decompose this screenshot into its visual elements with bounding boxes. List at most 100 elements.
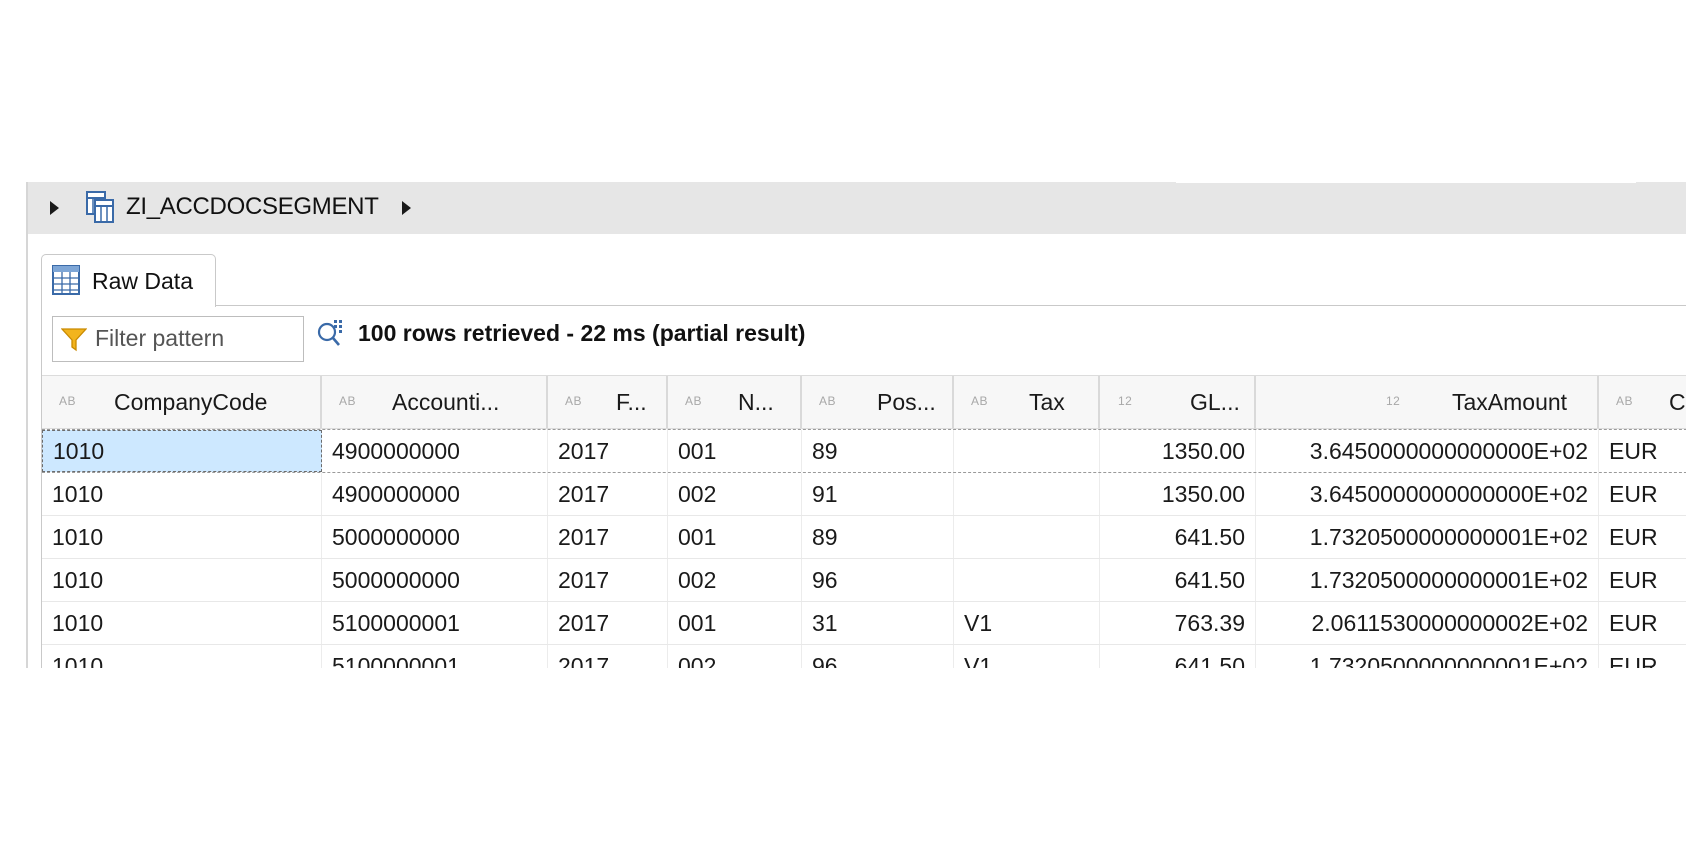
table-cell[interactable]: 001 — [668, 516, 802, 558]
column-type-icon: 12 — [1118, 394, 1133, 408]
table-cell[interactable]: 91 — [802, 473, 954, 515]
column-type-icon: AB — [59, 394, 77, 408]
table-cell[interactable]: 1350.00 — [1100, 430, 1256, 472]
query-details-icon[interactable] — [316, 318, 346, 353]
table-cell[interactable]: EUR — [1599, 602, 1686, 644]
table-cell[interactable]: 4900000000 — [322, 473, 548, 515]
table-row[interactable]: 1010 5000000000 2017 002 96 641.50 1.732050000… — [42, 559, 1686, 602]
column-type-icon: AB — [685, 394, 703, 408]
table-cell[interactable]: EUR — [1599, 559, 1686, 601]
column-type-icon: AB — [565, 394, 583, 408]
table-cell[interactable]: 001 — [668, 430, 802, 472]
column-header[interactable]: AB N... — [668, 376, 802, 428]
column-type-icon: AB — [339, 394, 357, 408]
column-header-label: Tax — [1029, 389, 1065, 415]
data-grid: AB CompanyCode AB Accounti... AB F... AB N... AB… — [42, 375, 1686, 668]
table-cell[interactable]: 001 — [668, 602, 802, 644]
table-cell[interactable]: EUR — [1599, 645, 1686, 668]
table-cell[interactable]: 002 — [668, 473, 802, 515]
table-cell[interactable]: 1.7320500000000001E+02 — [1256, 559, 1599, 601]
table-row[interactable]: 1010 5100000001 2017 001 31 V1 763.39 2.0611530… — [42, 602, 1686, 645]
breadcrumb-next-arrow-icon[interactable] — [402, 201, 411, 215]
table-icon — [52, 265, 80, 300]
expand-arrow-icon[interactable] — [50, 201, 59, 215]
table-cell[interactable]: 31 — [802, 602, 954, 644]
result-status: 100 rows retrieved - 22 ms (partial resu… — [358, 320, 806, 346]
column-header[interactable]: AB C — [1599, 376, 1686, 428]
table-cell[interactable]: 1.7320500000000001E+02 — [1256, 645, 1599, 668]
table-cell[interactable]: 641.50 — [1100, 516, 1256, 558]
table-cell[interactable]: 5000000000 — [322, 559, 548, 601]
table-cell[interactable]: 5100000001 — [322, 645, 548, 668]
column-header[interactable]: AB F... — [548, 376, 668, 428]
column-header-label: GL... — [1190, 389, 1240, 415]
table-row[interactable]: 1010 5100000001 2017 002 96 V1 641.50 1.7320500… — [42, 645, 1686, 668]
table-cell[interactable]: EUR — [1599, 473, 1686, 515]
table-cell[interactable] — [954, 473, 1100, 515]
table-cell[interactable]: 1010 — [42, 559, 322, 601]
table-cell[interactable]: 1010 — [42, 473, 322, 515]
table-cell[interactable]: 2017 — [548, 602, 668, 644]
table-cell[interactable]: 96 — [802, 559, 954, 601]
table-cell[interactable]: 3.6450000000000000E+02 — [1256, 473, 1599, 515]
table-row[interactable]: 1010 5000000000 2017 001 89 641.50 1.732050000… — [42, 516, 1686, 559]
table-cell[interactable]: 96 — [802, 645, 954, 668]
table-cell[interactable]: 2017 — [548, 645, 668, 668]
breadcrumb-entity[interactable]: ZI_ACCDOCSEGMENT — [126, 192, 379, 222]
table-cell[interactable]: 1010 — [42, 602, 322, 644]
filter-input[interactable] — [95, 323, 295, 353]
table-row[interactable]: 1010 4900000000 2017 001 89 1350.00 3.64500000… — [42, 429, 1686, 473]
table-cell[interactable]: 89 — [802, 430, 954, 472]
column-type-icon: AB — [971, 394, 989, 408]
table-cell[interactable]: 763.39 — [1100, 602, 1256, 644]
table-cell[interactable]: 2.0611530000000002E+02 — [1256, 602, 1599, 644]
table-cell[interactable]: 2017 — [548, 430, 668, 472]
table-cell[interactable]: 5100000001 — [322, 602, 548, 644]
table-cell[interactable] — [954, 516, 1100, 558]
raw-data-content: 100 rows retrieved - 22 ms (partial resu… — [41, 306, 1686, 668]
filter-box[interactable] — [52, 316, 304, 362]
grid-body: 1010 4900000000 2017 001 89 1350.00 3.64500000… — [42, 429, 1686, 668]
table-cell[interactable]: 1010 — [42, 430, 322, 472]
grid-header: AB CompanyCode AB Accounti... AB F... AB N... AB… — [42, 375, 1686, 429]
table-cell[interactable]: 5000000000 — [322, 516, 548, 558]
table-cell[interactable]: 3.6450000000000000E+02 — [1256, 430, 1599, 472]
column-header[interactable]: AB Pos... — [802, 376, 954, 428]
column-header-label: CompanyCode — [114, 389, 268, 415]
table-cell[interactable]: 4900000000 — [322, 430, 548, 472]
tab-raw-data-label: Raw Data — [92, 268, 193, 294]
column-type-icon: 12 — [1386, 394, 1401, 408]
column-header-label: Accounti... — [392, 389, 500, 415]
tab-raw-data[interactable]: Raw Data — [41, 254, 216, 307]
table-cell[interactable]: 1.7320500000000001E+02 — [1256, 516, 1599, 558]
table-cell[interactable]: V1 — [954, 602, 1100, 644]
column-header[interactable]: 12 TaxAmount — [1256, 376, 1599, 428]
table-cell[interactable]: 2017 — [548, 516, 668, 558]
table-cell[interactable]: EUR — [1599, 516, 1686, 558]
column-header-label: Pos... — [877, 389, 936, 415]
table-cell[interactable]: 641.50 — [1100, 645, 1256, 668]
table-cell[interactable]: V1 — [954, 645, 1100, 668]
column-header[interactable]: AB Accounti... — [322, 376, 548, 428]
table-row[interactable]: 1010 4900000000 2017 002 91 1350.00 3.64500000… — [42, 473, 1686, 516]
table-cell[interactable]: 002 — [668, 559, 802, 601]
table-cell[interactable]: 1010 — [42, 516, 322, 558]
table-cell[interactable] — [954, 559, 1100, 601]
table-cell[interactable]: 89 — [802, 516, 954, 558]
table-cell[interactable]: 002 — [668, 645, 802, 668]
filter-icon — [60, 328, 88, 357]
table-cell[interactable]: 1010 — [42, 645, 322, 668]
table-cell[interactable]: 2017 — [548, 473, 668, 515]
column-header-label: C — [1669, 389, 1686, 415]
column-header[interactable]: AB Tax — [954, 376, 1100, 428]
column-header[interactable]: AB CompanyCode — [42, 376, 322, 428]
column-header[interactable]: 12 GL... — [1100, 376, 1256, 428]
table-cell[interactable]: EUR — [1599, 430, 1686, 472]
column-header-label: TaxAmount — [1452, 389, 1568, 415]
table-cell[interactable]: 1350.00 — [1100, 473, 1256, 515]
table-cell[interactable] — [954, 430, 1100, 472]
column-type-icon: AB — [1616, 394, 1634, 408]
column-header-label: F... — [616, 389, 647, 415]
table-cell[interactable]: 2017 — [548, 559, 668, 601]
table-cell[interactable]: 641.50 — [1100, 559, 1256, 601]
